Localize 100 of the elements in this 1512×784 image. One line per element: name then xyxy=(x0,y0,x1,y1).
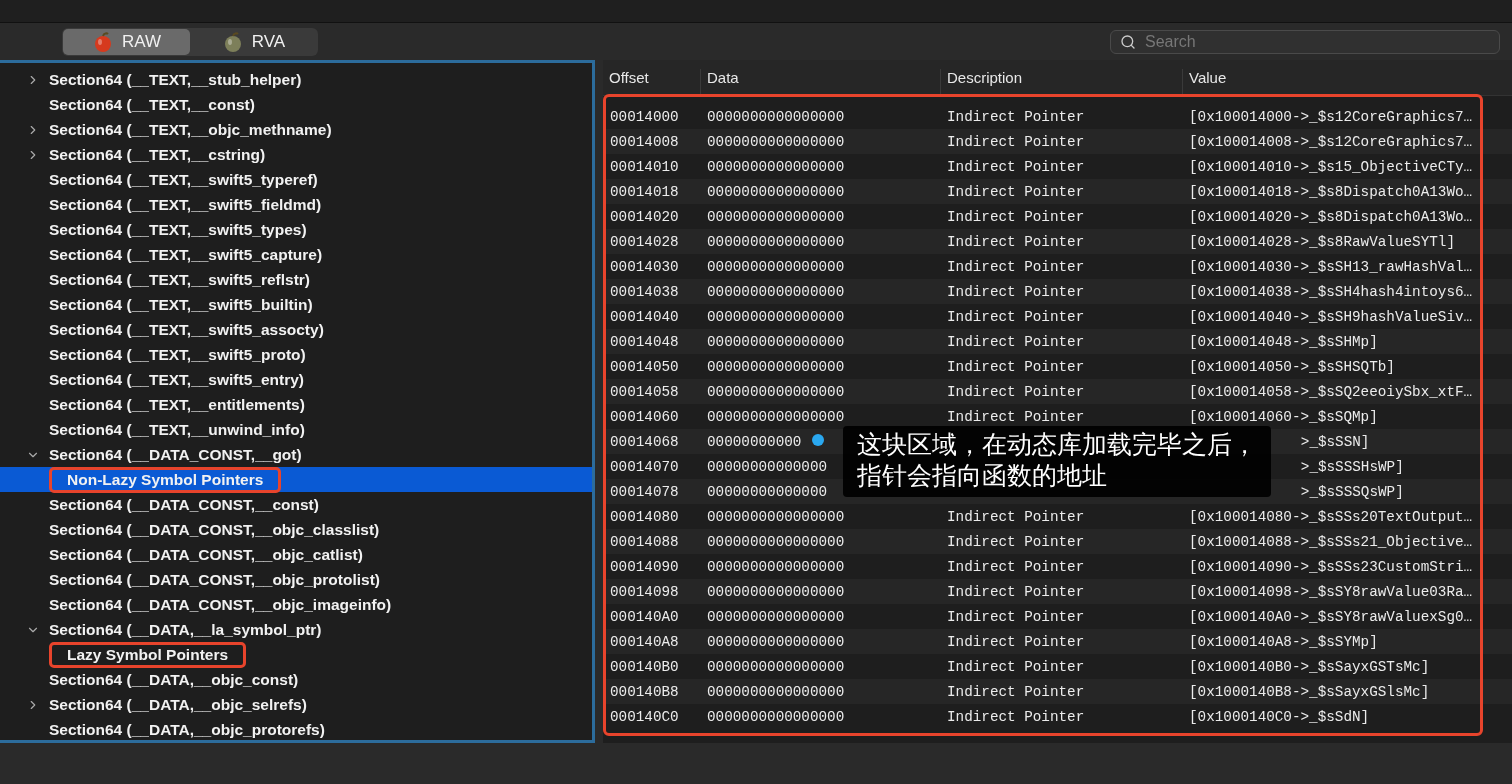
tree-row[interactable]: Section64 (__DATA_CONST,__objc_catlist) xyxy=(0,542,592,567)
table-cell: Indirect Pointer xyxy=(947,608,1085,625)
table-cell: [0x100014088->_$sSSs21_Objective… xyxy=(1189,533,1473,550)
table-cell: Indirect Pointer xyxy=(947,208,1085,225)
table-cell: 00014090 xyxy=(610,558,679,575)
table-cell: 00014038 xyxy=(610,283,679,300)
table-cell: 00014048 xyxy=(610,333,679,350)
table-cell: 00014018 xyxy=(610,183,679,200)
table-cell: 000140C0 xyxy=(610,708,679,725)
table-cell: 00014030 xyxy=(610,258,679,275)
table-cell: >_$sSSSHsWP] xyxy=(1300,458,1404,475)
table-cell: 00014098 xyxy=(610,583,679,600)
mode-tab[interactable]: RVA xyxy=(190,28,317,55)
search-icon xyxy=(1120,33,1136,50)
tree-row[interactable]: Section64 (__DATA_CONST,__objc_protolist) xyxy=(0,567,592,592)
tree-row[interactable]: Section64 (__TEXT,__swift5_builtin) xyxy=(0,292,592,317)
table-cell: 00000000000000 xyxy=(707,458,828,475)
tree-row[interactable]: Section64 (__TEXT,__entitlements) xyxy=(0,392,592,417)
tree-row[interactable]: Section64 (__TEXT,__swift5_fieldmd) xyxy=(0,192,592,217)
mode-tab[interactable]: RAW xyxy=(63,28,190,55)
table-cell: [0x100014018->_$s8Dispatch0A13Wo… xyxy=(1189,183,1473,200)
table-cell: 0000000000000000 xyxy=(707,508,845,525)
table-cell: [0x100014038->_$sSH4hash4intoys6… xyxy=(1189,283,1473,300)
table-cell: 0000000000000000 xyxy=(707,383,845,400)
table-cell: Indirect Pointer xyxy=(947,383,1085,400)
tree-item-label: Lazy Symbol Pointers xyxy=(49,641,247,668)
table-cell: 000140A8 xyxy=(610,633,679,650)
column-header[interactable]: Offset xyxy=(603,69,700,94)
table-cell: >_$sSSSQsWP] xyxy=(1300,483,1404,500)
tree-row[interactable]: Section64 (__DATA_CONST,__const) xyxy=(0,492,592,517)
table-cell: 0000000000000000 xyxy=(707,708,845,725)
tree-row[interactable]: Section64 (__TEXT,__const) xyxy=(0,92,592,117)
tree-item-label: Section64 (__DATA_CONST,__objc_imageinfo) xyxy=(49,595,392,614)
table-cell: 00000000000000 xyxy=(707,483,828,500)
tree-item-label: Section64 (__DATA_CONST,__got) xyxy=(49,445,302,464)
table-cell: 00014010 xyxy=(610,158,679,175)
tree-row[interactable]: Section64 (__TEXT,__swift5_capture) xyxy=(0,242,592,267)
table-cell: [0x100014080->_$sSSs20TextOutput… xyxy=(1189,508,1473,525)
tree-row[interactable]: Section64 (__DATA,__objc_protorefs) xyxy=(0,717,592,740)
table-cell: Indirect Pointer xyxy=(947,533,1085,550)
tree-row[interactable]: Section64 (__TEXT,__swift5_reflstr) xyxy=(0,267,592,292)
table-cell: Indirect Pointer xyxy=(947,633,1085,650)
table-cell: 0000000000000000 xyxy=(707,108,845,125)
tree-item-label: Section64 (__DATA,__objc_selrefs) xyxy=(49,695,307,714)
tree-row[interactable]: Section64 (__TEXT,__swift5_assocty) xyxy=(0,317,592,342)
table-cell: [0x100014048->_$sSHMp] xyxy=(1189,333,1378,350)
tree-row[interactable]: Section64 (__TEXT,__swift5_typeref) xyxy=(0,167,592,192)
tree-row[interactable]: Section64 (__TEXT,__unwind_info) xyxy=(0,417,592,442)
table-cell: 00014068 xyxy=(610,433,679,450)
table-cell: 0000000000000000 xyxy=(707,408,845,425)
tree-row[interactable]: Section64 (__TEXT,__cstring) xyxy=(0,142,592,167)
tree-item-label: Section64 (__TEXT,__swift5_proto) xyxy=(49,345,306,364)
table-cell: 0000000000000000 xyxy=(707,183,845,200)
table-cell: [0x1000140B8->_$sSayxGSlsMc] xyxy=(1189,683,1430,700)
table-cell: 00014028 xyxy=(610,233,679,250)
table-cell: 00014058 xyxy=(610,383,679,400)
table-cell: [0x100014000->_$s12CoreGraphics7… xyxy=(1189,108,1473,125)
caption-line: 指针会指向函数的地址 xyxy=(857,460,1108,491)
tree-item-label: Section64 (__TEXT,__swift5_capture) xyxy=(49,245,323,264)
tree-item-label: Non-Lazy Symbol Pointers xyxy=(49,466,282,493)
table-cell: 0000000000000000 xyxy=(707,683,845,700)
search-field[interactable]: Search xyxy=(1110,29,1500,54)
table-cell: 0000000000000000 xyxy=(707,633,845,650)
tree-row[interactable]: Section64 (__TEXT,__stub_helper) xyxy=(0,67,592,92)
tree-row[interactable]: Section64 (__DATA,__objc_selrefs) xyxy=(0,692,592,717)
table-cell: 000140A0 xyxy=(610,608,679,625)
table-cell: [0x100014020->_$s8Dispatch0A13Wo… xyxy=(1189,208,1473,225)
tree-row[interactable]: Lazy Symbol Pointers xyxy=(0,642,592,667)
table-cell: 00014070 xyxy=(610,458,679,475)
table-cell: >_$sSSN] xyxy=(1300,433,1370,450)
column-header[interactable]: Value xyxy=(1182,69,1512,94)
tree-item-label: Section64 (__TEXT,__swift5_builtin) xyxy=(49,295,313,314)
tree-row[interactable]: Section64 (__TEXT,__swift5_proto) xyxy=(0,342,592,367)
caption-line: 这块区域，在动态库加载完毕之后， xyxy=(857,429,1257,460)
tree-row[interactable]: Section64 (__TEXT,__objc_methname) xyxy=(0,117,592,142)
table-cell: 000140B8 xyxy=(610,683,679,700)
column-header[interactable]: Data xyxy=(700,69,940,94)
table-cell: Indirect Pointer xyxy=(947,308,1085,325)
table-cell: [0x100014050->_$sSHSQTb] xyxy=(1189,358,1395,375)
column-header[interactable]: Description xyxy=(940,69,1182,94)
table-cell: 000140B0 xyxy=(610,658,679,675)
table-cell: 00014060 xyxy=(610,408,679,425)
table-cell: 0000000000000000 xyxy=(707,658,845,675)
table-cell: Indirect Pointer xyxy=(947,108,1085,125)
tree-row[interactable]: Section64 (__DATA_CONST,__got) xyxy=(0,442,592,467)
table-cell: Indirect Pointer xyxy=(947,708,1085,725)
tree-item-label: Section64 (__TEXT,__swift5_entry) xyxy=(49,370,304,389)
tree-item-label: Section64 (__DATA,__objc_protorefs) xyxy=(49,720,325,739)
tree-item-label: Section64 (__TEXT,__objc_methname) xyxy=(49,120,332,139)
table-cell: Indirect Pointer xyxy=(947,133,1085,150)
tree-row[interactable]: Section64 (__DATA_CONST,__objc_classlist) xyxy=(0,517,592,542)
tree-row[interactable]: Section64 (__DATA_CONST,__objc_imageinfo) xyxy=(0,592,592,617)
tree-row[interactable]: Section64 (__DATA,__la_symbol_ptr) xyxy=(0,617,592,642)
tree-row[interactable]: Non-Lazy Symbol Pointers xyxy=(0,467,592,492)
tree-row[interactable]: Section64 (__TEXT,__swift5_types) xyxy=(0,217,592,242)
table-cell: Indirect Pointer xyxy=(947,408,1085,425)
tree-item-label: Section64 (__TEXT,__swift5_typeref) xyxy=(49,170,318,189)
tree-row[interactable]: Section64 (__DATA,__objc_const) xyxy=(0,667,592,692)
tree-row[interactable]: Section64 (__TEXT,__swift5_entry) xyxy=(0,367,592,392)
table-cell: Indirect Pointer xyxy=(947,583,1085,600)
